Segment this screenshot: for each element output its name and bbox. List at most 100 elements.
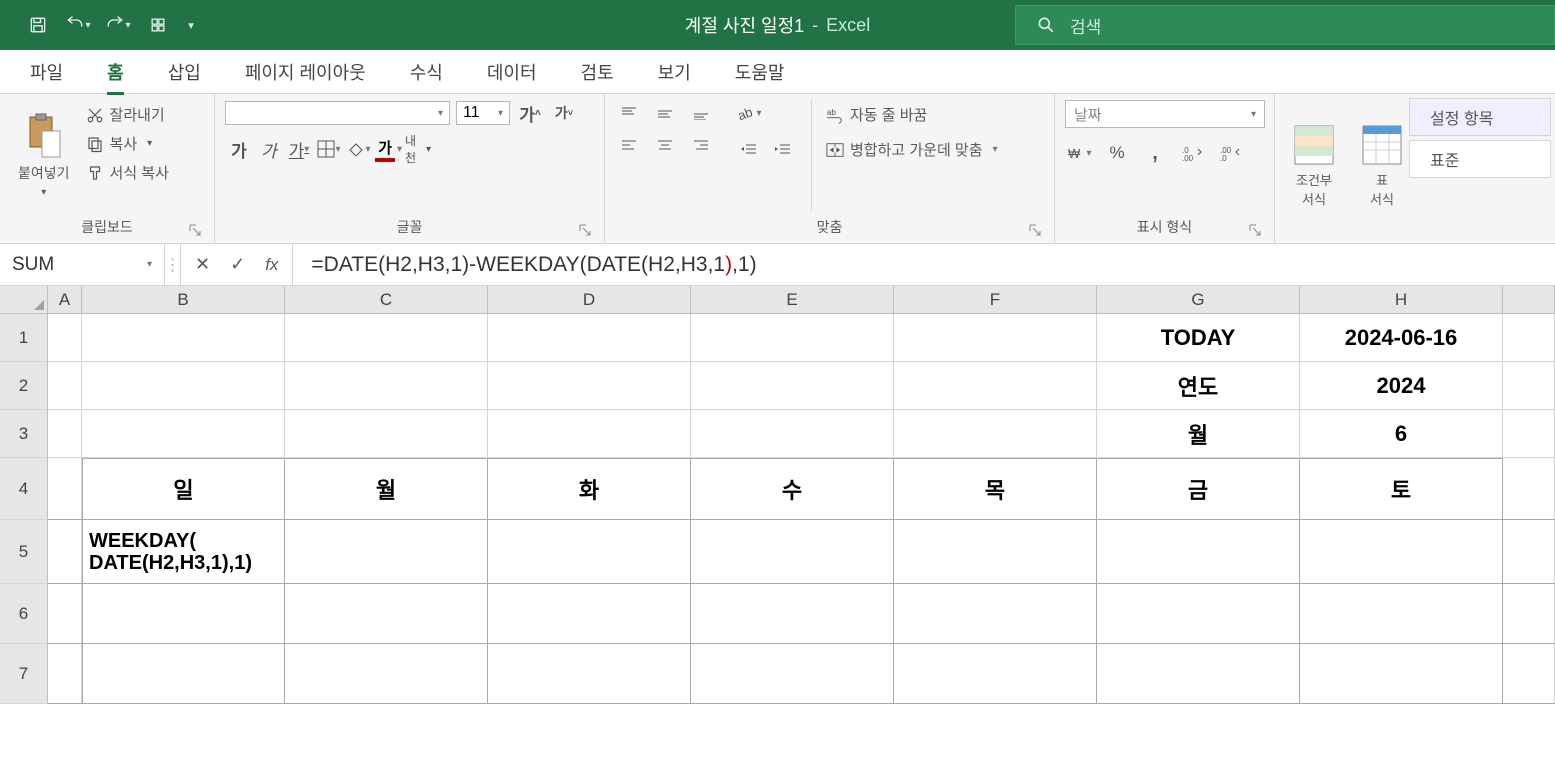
tab-review[interactable]: 검토 bbox=[563, 51, 632, 93]
cell-C2[interactable] bbox=[285, 362, 488, 409]
cell-G3[interactable]: 월 bbox=[1097, 410, 1300, 457]
cell-H5[interactable] bbox=[1300, 520, 1503, 583]
align-left-button[interactable] bbox=[615, 132, 643, 158]
italic-button[interactable]: 가 bbox=[255, 136, 283, 162]
cell-B2[interactable] bbox=[82, 362, 285, 409]
cell-style-settings[interactable]: 설정 항목 bbox=[1409, 98, 1551, 136]
insert-function-button[interactable]: fx bbox=[265, 255, 278, 275]
cell-H7[interactable] bbox=[1300, 644, 1503, 703]
cell-style-normal[interactable]: 표준 bbox=[1409, 140, 1551, 178]
font-size-combo[interactable]: 11▾ bbox=[456, 101, 510, 125]
increase-decimal-button[interactable]: .0.00 bbox=[1179, 140, 1207, 166]
cell-A2[interactable] bbox=[48, 362, 82, 409]
cell-C5[interactable] bbox=[285, 520, 488, 583]
cell-D4[interactable]: 화 bbox=[488, 458, 691, 519]
cell-E5[interactable] bbox=[691, 520, 894, 583]
conditional-formatting-button[interactable]: 조건부 서식 bbox=[1285, 100, 1343, 231]
cell-A3[interactable] bbox=[48, 410, 82, 457]
cell-G5[interactable] bbox=[1097, 520, 1300, 583]
grow-font-button[interactable]: 가˄ bbox=[516, 100, 544, 126]
cell-G1[interactable]: TODAY bbox=[1097, 314, 1300, 361]
cell-C6[interactable] bbox=[285, 584, 488, 643]
cell-F5[interactable] bbox=[894, 520, 1097, 583]
cell-A7[interactable] bbox=[48, 644, 82, 703]
dialog-launcher-icon[interactable] bbox=[578, 223, 592, 237]
tab-home[interactable]: 홈 bbox=[89, 51, 142, 93]
cell-E2[interactable] bbox=[691, 362, 894, 409]
cell-F3[interactable] bbox=[894, 410, 1097, 457]
borders-button[interactable]: ▾ bbox=[315, 136, 343, 162]
increase-indent-button[interactable] bbox=[769, 136, 797, 162]
row-header-6[interactable]: 6 bbox=[0, 584, 48, 644]
customize-qat-button[interactable]: ▾ bbox=[180, 7, 202, 43]
cell-E3[interactable] bbox=[691, 410, 894, 457]
col-header-G[interactable]: G bbox=[1097, 286, 1300, 313]
cell-E4[interactable]: 수 bbox=[691, 458, 894, 519]
tab-file[interactable]: 파일 bbox=[12, 51, 81, 93]
paste-button[interactable]: 붙여넣기 ▾ bbox=[10, 100, 78, 211]
accounting-format-button[interactable]: ₩▾ bbox=[1065, 140, 1093, 166]
shrink-font-button[interactable]: 가˅ bbox=[550, 100, 578, 126]
cell-C7[interactable] bbox=[285, 644, 488, 703]
cell-D5[interactable] bbox=[488, 520, 691, 583]
cell-C3[interactable] bbox=[285, 410, 488, 457]
cell-B4[interactable]: 일 bbox=[82, 458, 285, 519]
col-header-C[interactable]: C bbox=[285, 286, 488, 313]
font-color-button[interactable]: 가 bbox=[375, 137, 395, 162]
enter-formula-button[interactable]: ✓ bbox=[230, 254, 245, 275]
cell-A6[interactable] bbox=[48, 584, 82, 643]
cell-H6[interactable] bbox=[1300, 584, 1503, 643]
cell-B1[interactable] bbox=[82, 314, 285, 361]
cell-F2[interactable] bbox=[894, 362, 1097, 409]
cancel-formula-button[interactable]: ✕ bbox=[195, 254, 210, 275]
col-header-F[interactable]: F bbox=[894, 286, 1097, 313]
cell-A5[interactable] bbox=[48, 520, 82, 583]
tab-page-layout[interactable]: 페이지 레이아웃 bbox=[227, 51, 384, 93]
dialog-launcher-icon[interactable] bbox=[188, 223, 202, 237]
copy-button[interactable]: 복사▾ bbox=[86, 133, 169, 154]
col-header-B[interactable]: B bbox=[82, 286, 285, 313]
cell-A4[interactable] bbox=[48, 458, 82, 519]
phonetic-button[interactable]: 내천▾ bbox=[404, 136, 432, 162]
decrease-decimal-button[interactable]: .00.0 bbox=[1217, 140, 1245, 166]
cut-button[interactable]: 잘라내기 bbox=[86, 104, 169, 125]
cell-B6[interactable] bbox=[82, 584, 285, 643]
cell-F1[interactable] bbox=[894, 314, 1097, 361]
select-all-corner[interactable] bbox=[0, 286, 48, 313]
cell-H4[interactable]: 토 bbox=[1300, 458, 1503, 519]
cell-G2[interactable]: 연도 bbox=[1097, 362, 1300, 409]
tab-help[interactable]: 도움말 bbox=[717, 51, 803, 93]
percent-button[interactable]: % bbox=[1103, 140, 1131, 166]
tab-formulas[interactable]: 수식 bbox=[392, 51, 461, 93]
align-center-button[interactable] bbox=[651, 132, 679, 158]
name-box[interactable]: SUM ▾ bbox=[0, 244, 165, 285]
cell-H2[interactable]: 2024 bbox=[1300, 362, 1503, 409]
row-header-1[interactable]: 1 bbox=[0, 314, 48, 362]
cell-D1[interactable] bbox=[488, 314, 691, 361]
align-bottom-button[interactable] bbox=[687, 100, 715, 126]
cell-D7[interactable] bbox=[488, 644, 691, 703]
wrap-text-button[interactable]: ab자동 줄 바꿈 bbox=[826, 104, 998, 125]
cell-D2[interactable] bbox=[488, 362, 691, 409]
align-top-button[interactable] bbox=[615, 100, 643, 126]
cell-H3[interactable]: 6 bbox=[1300, 410, 1503, 457]
bold-button[interactable]: 가 bbox=[225, 136, 253, 162]
col-header-E[interactable]: E bbox=[691, 286, 894, 313]
format-table-button[interactable]: 표 서식 bbox=[1353, 100, 1411, 231]
undo-button[interactable]: ▾ bbox=[60, 7, 96, 43]
row-header-3[interactable]: 3 bbox=[0, 410, 48, 458]
dialog-launcher-icon[interactable] bbox=[1248, 223, 1262, 237]
underline-button[interactable]: 가▾ bbox=[285, 136, 313, 162]
cell-C1[interactable] bbox=[285, 314, 488, 361]
row-header-5[interactable]: 5 bbox=[0, 520, 48, 584]
cell-B5[interactable]: WEEKDAY( DATE(H2,H3,1),1) bbox=[82, 520, 285, 583]
search-box[interactable]: 검색 bbox=[1015, 5, 1555, 45]
font-name-combo[interactable]: ▾ bbox=[225, 101, 450, 125]
cell-A1[interactable] bbox=[48, 314, 82, 361]
row-header-7[interactable]: 7 bbox=[0, 644, 48, 704]
cell-G6[interactable] bbox=[1097, 584, 1300, 643]
orientation-button[interactable]: ab▾ bbox=[735, 100, 763, 126]
cell-E7[interactable] bbox=[691, 644, 894, 703]
formula-bar-input[interactable]: =DATE(H2,H3,1)-WEEKDAY(DATE(H2,H3,1),1) bbox=[293, 244, 1555, 285]
cell-H1[interactable]: 2024-06-16 bbox=[1300, 314, 1503, 361]
